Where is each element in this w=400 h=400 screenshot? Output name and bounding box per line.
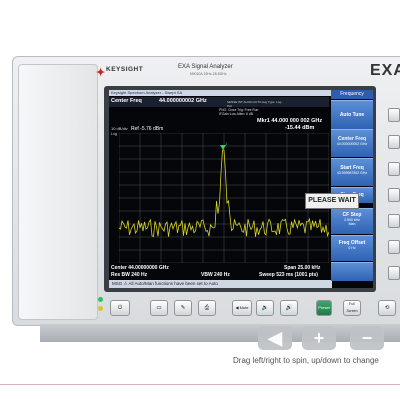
model-badge: EXA — [370, 62, 400, 79]
scale-type: Log — [111, 132, 117, 136]
drag-hint-text: Drag left/right to spin, up/down to chan… — [233, 356, 379, 365]
status-text: SENSE:INT ALIGN AUTO Avg Type: Log-Pwr — [227, 100, 283, 108]
side-key-7[interactable] — [388, 266, 400, 280]
model-name: EXA Signal Analyzer — [178, 64, 233, 70]
center-freq-value: 44.000000002 GHz — [159, 98, 207, 104]
menu-title: Frequency — [331, 90, 373, 99]
window-button[interactable]: ▭ — [150, 300, 168, 316]
divider — [0, 384, 400, 385]
window-title: Keysight Spectrum Analyzer - Swept SA — [109, 90, 331, 96]
softkey-cf-step[interactable]: CF Step 2.500 kHz Man — [331, 208, 373, 234]
softkey-value: 0 Hz — [348, 246, 356, 250]
softkey-label: Auto Tune — [339, 112, 365, 118]
marker-frequency: Mkr1 44.000 000 002 GHz — [257, 118, 323, 124]
vbw: VBW 240 Hz — [201, 272, 230, 278]
marker-amplitude: -15.44 dBm — [285, 125, 315, 131]
reference-level: Ref -5.76 dBm — [131, 126, 164, 132]
standby-led-icon — [98, 306, 103, 311]
edit-button[interactable]: ✎ — [174, 300, 192, 316]
side-key-4[interactable] — [388, 188, 400, 202]
sweep: Sweep 523 ms (1001 pts) — [259, 272, 318, 278]
center-freq-label: Center Freq — [111, 98, 142, 104]
softkey-hard-buttons — [388, 100, 400, 300]
message-bar: MSG ⚠ All Auto/Man functions have been s… — [109, 280, 332, 288]
model-subtitle: N9010A 10Hz-26.5GHz — [190, 72, 227, 76]
spin-left-button[interactable]: ◀ — [258, 326, 292, 350]
side-key-2[interactable] — [388, 135, 400, 149]
keysight-logo-icon: ✦ — [96, 67, 106, 79]
softkey-center-freq[interactable]: Center Freq 44.000000002 GHz — [331, 129, 373, 157]
span: Span 25.00 kHz — [284, 265, 321, 271]
please-wait-overlay: PLEASE WAIT — [305, 193, 359, 209]
volume-up-button[interactable]: 🔊 — [280, 300, 298, 316]
volume-down-button[interactable]: 🔉 — [256, 300, 274, 316]
return-button[interactable]: ⟲ — [378, 300, 396, 316]
zoom-in-button[interactable]: + — [302, 326, 336, 350]
center-freq-row — [109, 97, 329, 107]
instrument-base — [40, 324, 400, 342]
brand-name: KEYSIGHT — [106, 66, 144, 73]
scale-per-div: 10 dB/div — [111, 126, 128, 131]
side-key-6[interactable] — [388, 240, 400, 254]
attenuation-info: IFGain:Low Atten: 6 dB — [219, 112, 253, 116]
side-key-3[interactable] — [388, 162, 400, 176]
mute-button[interactable]: ◀ Mute — [232, 300, 252, 316]
spectrum-plot: 1 — [119, 133, 329, 263]
softkey-blank[interactable] — [331, 262, 373, 281]
softkey-auto-tune[interactable]: Auto Tune — [331, 100, 373, 129]
zoom-out-button[interactable]: − — [350, 326, 384, 350]
left-bezel-panel — [18, 64, 98, 320]
print-button[interactable]: ⎙ — [198, 300, 216, 316]
power-led-icon — [98, 297, 103, 302]
softkey-value: 44.000000002 GHz — [336, 142, 368, 146]
side-key-5[interactable] — [388, 214, 400, 228]
analyzer-screen: Keysight Spectrum Analyzer - Swept SA Fr… — [109, 90, 373, 288]
center-frequency-footer: Center 44.00000000 GHz — [111, 265, 169, 271]
softkey-start-freq[interactable]: Start Freq 43.999987502 GHz — [331, 158, 373, 186]
full-screen-button[interactable]: Full Screen — [343, 300, 361, 316]
side-key-1[interactable] — [388, 108, 400, 122]
softkey-value: 43.999987502 GHz — [336, 171, 368, 175]
softkey-freq-offset[interactable]: Freq Offset 0 Hz — [331, 235, 373, 261]
softkey-mode: Man — [348, 222, 356, 226]
res-bw: Res BW 240 Hz — [111, 272, 148, 278]
power-button[interactable]: ⏻ — [110, 300, 130, 316]
preset-button[interactable]: Preset — [316, 300, 332, 316]
